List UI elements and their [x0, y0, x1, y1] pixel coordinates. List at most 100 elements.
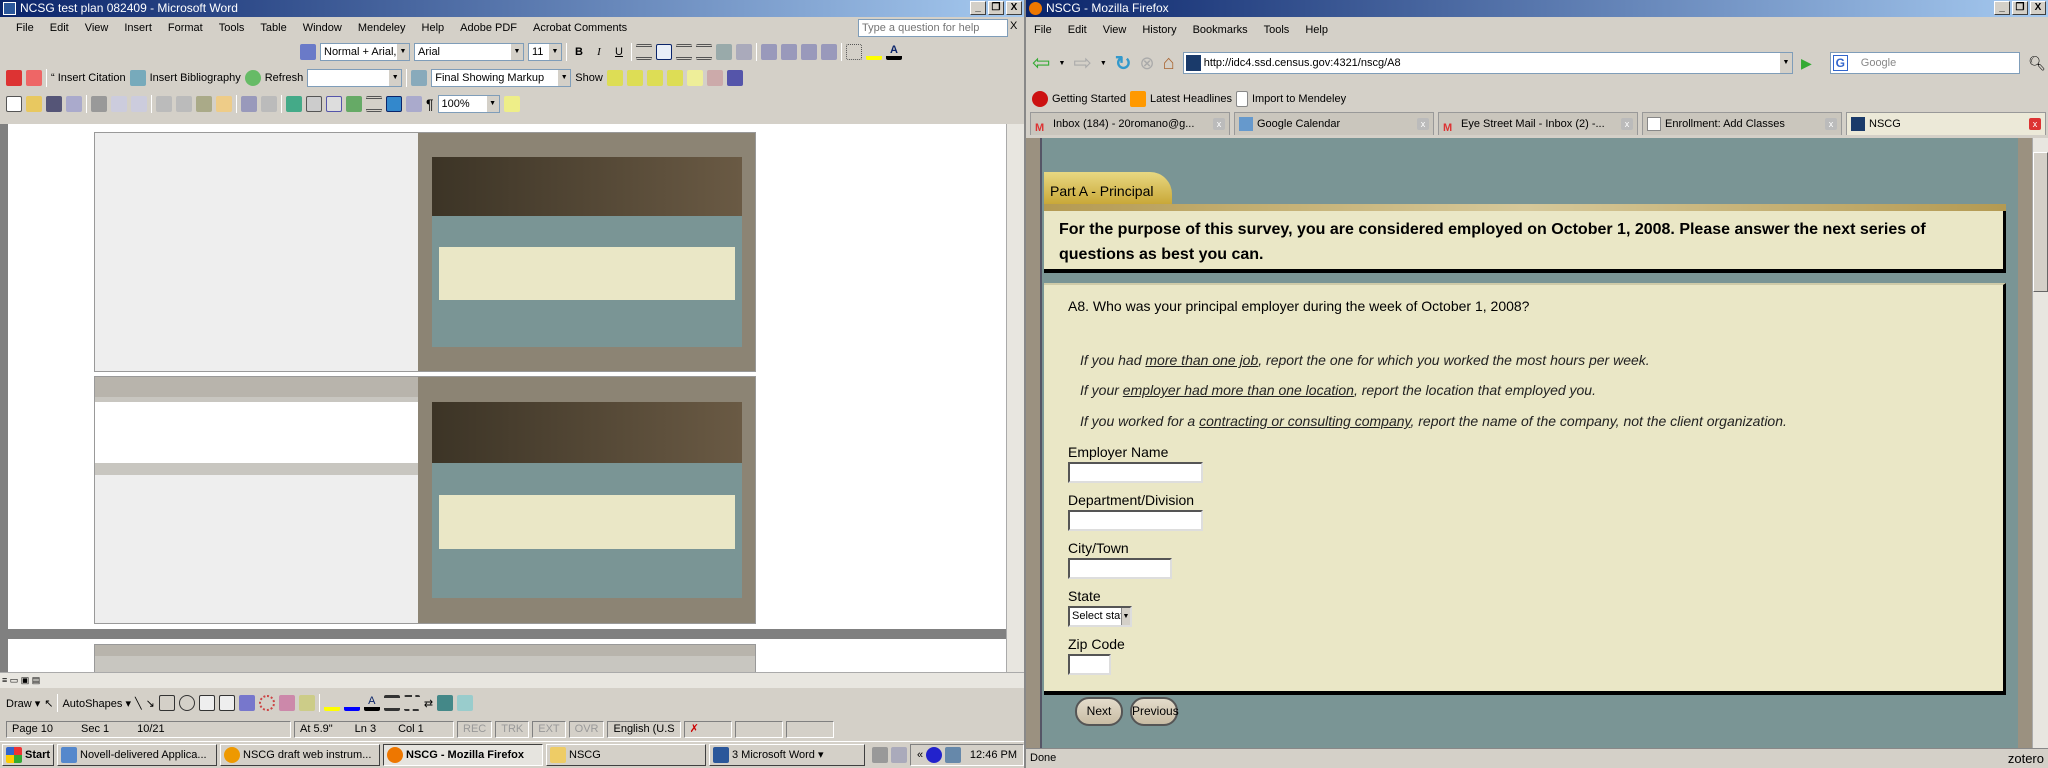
tray-expand-icon[interactable]: « [917, 749, 923, 761]
styles-icon[interactable] [300, 44, 316, 60]
refresh-button[interactable]: Refresh [265, 72, 304, 84]
reviewing-icon[interactable] [411, 70, 428, 86]
italic-button[interactable]: I [591, 46, 607, 58]
oval-icon[interactable] [178, 695, 195, 711]
border-icon[interactable] [846, 44, 862, 60]
menu-file[interactable]: File [8, 22, 42, 34]
pdf-comment-icon[interactable] [26, 70, 42, 86]
search-button[interactable]: 🔍︎ [2028, 55, 2046, 72]
font-color-icon[interactable]: A [363, 695, 380, 711]
taskbar-item-novell[interactable]: Novell-delivered Applica... [57, 744, 217, 766]
bookmark-getting-started[interactable]: Getting Started [1052, 93, 1126, 105]
decrease-indent-icon[interactable] [801, 44, 817, 60]
cut-icon[interactable] [156, 96, 172, 112]
open-icon[interactable] [26, 96, 42, 112]
tab-enrollment[interactable]: Enrollment: Add Classes x [1642, 112, 1842, 135]
vertical-textbox-icon[interactable] [218, 695, 235, 711]
taskbar-item-firefox[interactable]: NSCG - Mozilla Firefox [383, 744, 543, 766]
autoshapes-menu[interactable]: AutoShapes ▾ [62, 697, 131, 710]
go-button[interactable]: ▶ [1801, 55, 1812, 72]
print-preview-icon[interactable] [111, 96, 127, 112]
status-rec[interactable]: REC [457, 720, 493, 738]
show-hide-icon[interactable]: ¶ [426, 96, 434, 112]
stop-button[interactable]: ⊗ [1140, 53, 1155, 74]
reload-button[interactable]: ↻ [1115, 51, 1132, 76]
next-button[interactable]: Next [1075, 697, 1123, 726]
tables-borders-icon[interactable] [306, 96, 322, 112]
increase-indent-icon[interactable] [821, 44, 837, 60]
menu-tools[interactable]: Tools [211, 22, 253, 34]
employer-name-input[interactable] [1068, 462, 1203, 483]
diagram-icon[interactable] [258, 695, 275, 711]
document-map-icon[interactable] [406, 96, 422, 112]
new-comment-icon[interactable] [686, 70, 703, 86]
new-document-icon[interactable] [6, 96, 22, 112]
pdf-icon[interactable] [6, 70, 22, 86]
hyperlink-icon[interactable] [286, 96, 302, 112]
google-icon[interactable]: G [1832, 55, 1848, 71]
page-scrollbar[interactable] [2032, 138, 2048, 748]
fill-color-icon[interactable] [323, 695, 340, 711]
font-size-select[interactable]: 11 ▼ [528, 43, 562, 61]
rectangle-icon[interactable] [158, 695, 175, 711]
home-button[interactable]: ⌂ [1163, 52, 1175, 75]
menu-view[interactable]: View [77, 22, 117, 34]
menu-table[interactable]: Table [252, 22, 294, 34]
arrow-icon[interactable]: ↘ [146, 697, 155, 710]
help-link[interactable]: employer had more than one location [1123, 382, 1354, 398]
department-input[interactable] [1068, 510, 1203, 531]
citation-style-select[interactable]: ▼ [307, 69, 403, 87]
status-ovr[interactable]: OVR [568, 720, 605, 738]
url-bar[interactable]: http://idc4.ssd.census.gov:4321/nscg/A8 ▼ [1182, 52, 1793, 74]
clipart-icon[interactable] [278, 695, 295, 711]
state-select[interactable]: Select state ▼ [1068, 606, 1132, 627]
line-icon[interactable]: ╲ [135, 697, 142, 710]
copy-icon[interactable] [176, 96, 192, 112]
start-button[interactable]: Start [2, 744, 54, 766]
save-icon[interactable] [46, 96, 62, 112]
previous-change-icon[interactable] [606, 70, 623, 86]
search-box[interactable]: G Google [1829, 52, 2021, 74]
bookmark-latest-headlines[interactable]: Latest Headlines [1150, 93, 1232, 105]
scroll-thumb[interactable] [2033, 152, 2048, 292]
tab-gmail[interactable]: M Inbox (184) - 20romano@g... x [1030, 112, 1230, 135]
spelling-icon[interactable] [131, 96, 147, 112]
minimize-button[interactable]: _ [970, 1, 986, 15]
picture-icon[interactable] [298, 695, 315, 711]
tray-icon[interactable] [945, 747, 962, 763]
textbox-icon[interactable] [198, 695, 215, 711]
help-link[interactable]: more than one job [1145, 352, 1258, 368]
accept-change-icon[interactable] [646, 70, 663, 86]
forward-history-dropdown[interactable]: ▼ [1100, 60, 1107, 67]
close-doc-icon[interactable]: X [1010, 20, 1017, 32]
minimize-button[interactable]: _ [1994, 1, 2010, 15]
taskbar-item-nscg-draft[interactable]: NSCG draft web instrum... [220, 744, 380, 766]
align-right-icon[interactable] [676, 44, 692, 60]
menu-window[interactable]: Window [295, 22, 350, 34]
align-left-icon[interactable] [636, 44, 652, 60]
menu-file[interactable]: File [1026, 24, 1060, 36]
insert-citation-button[interactable]: “ Insert Citation [51, 72, 126, 84]
drawing-icon[interactable] [386, 96, 402, 112]
horizontal-scrollbar[interactable]: ≡ ▭ ▣ ▤ [0, 672, 1024, 688]
tab-eye-street-mail[interactable]: M Eye Street Mail - Inbox (2) -... x [1438, 112, 1638, 135]
show-menu[interactable]: Show [575, 72, 603, 84]
spelling-status-icon[interactable]: ✗ [683, 720, 732, 738]
menu-mendeley[interactable]: Mendeley [350, 22, 414, 34]
back-button[interactable]: ⇦ [1032, 50, 1050, 76]
bookmark-import-mendeley[interactable]: Import to Mendeley [1252, 93, 1346, 105]
vertical-scrollbar[interactable] [1006, 124, 1024, 672]
menu-tools[interactable]: Tools [1256, 24, 1298, 36]
status-ext[interactable]: EXT [532, 720, 566, 738]
menu-acrobat-comments[interactable]: Acrobat Comments [525, 22, 635, 34]
zoom-select[interactable]: 100% ▼ [437, 95, 500, 113]
line-spacing-icon[interactable] [736, 44, 752, 60]
select-objects-icon[interactable]: ↖ [44, 697, 53, 710]
insert-bibliography-button[interactable]: Insert Bibliography [150, 72, 241, 84]
justify-icon[interactable] [696, 44, 712, 60]
tab-google-calendar[interactable]: Google Calendar x [1234, 112, 1434, 135]
highlight-icon[interactable] [866, 44, 882, 60]
align-center-icon[interactable] [656, 44, 672, 60]
zotero-button[interactable]: zotero [2008, 749, 2044, 768]
font-color-icon[interactable]: A [886, 44, 902, 60]
